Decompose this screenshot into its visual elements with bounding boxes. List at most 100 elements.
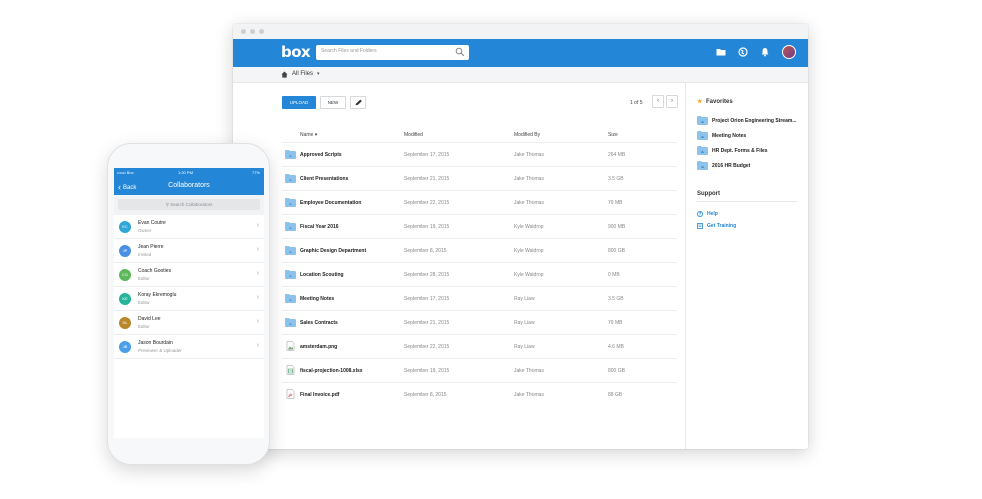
collaborator-row[interactable]: EC Evan Coutre Owner › — [114, 215, 264, 239]
file-name[interactable]: Fiscal Year 2016 — [300, 224, 339, 230]
svg-text:⁂: ⁂ — [289, 202, 292, 206]
file-modified: September 21, 2015 — [404, 320, 450, 326]
favorite-label: Project Orion Engineering Stream... — [712, 118, 797, 124]
avatar: JB — [119, 341, 131, 353]
file-modified-by: Jake Thomas — [514, 392, 544, 398]
box-notes-button[interactable] — [350, 96, 366, 109]
file-name[interactable]: Location Scouting — [300, 272, 344, 278]
next-page-button[interactable]: › — [666, 95, 678, 108]
collaborator-name: Coach Gooties — [138, 268, 172, 274]
file-modified-by: Kyle Waldrop — [514, 224, 544, 230]
globe-icon[interactable] — [738, 47, 748, 57]
breadcrumb-all-files[interactable]: All Files — [292, 71, 313, 77]
box-logo[interactable]: box — [281, 43, 311, 61]
file-size: 800 GB — [608, 368, 625, 374]
column-size[interactable]: Size — [608, 132, 618, 138]
file-modified-by: Kyle Waldrop — [514, 272, 544, 278]
file-name[interactable]: amsterdam.png — [300, 344, 337, 350]
folder-icon: ⁂ — [285, 198, 296, 207]
table-header: Name ▾ Modified Modified By Size — [282, 130, 677, 142]
carrier-text: •••oo Box — [117, 170, 134, 175]
favorite-label: HR Dept. Forms & Files — [712, 148, 768, 154]
collaborator-role: Previewer & Uploader — [138, 348, 182, 353]
battery-text: 77% — [251, 170, 260, 175]
search-input[interactable]: Search Files and Folders — [316, 45, 469, 60]
collaborator-row[interactable]: JP Jean Pierre Invited › — [114, 239, 264, 263]
desktop-window: box Search Files and Folders All Files ▾… — [233, 24, 808, 449]
avatar: JP — [119, 245, 131, 257]
column-modified[interactable]: Modified — [404, 132, 423, 138]
file-name[interactable]: fiscal-projection-1008.xlsx — [300, 368, 363, 374]
file-name[interactable]: Meeting Notes — [300, 296, 334, 302]
collaborator-role: Invited — [138, 252, 152, 257]
mobile-search-bar: ⚲ Search Collaborators — [114, 195, 264, 215]
file-size: 264 MB — [608, 152, 626, 158]
file-name[interactable]: Client Presentations — [300, 176, 348, 182]
collaborator-search-input[interactable]: ⚲ Search Collaborators — [118, 199, 260, 210]
column-modified-by[interactable]: Modified By — [514, 132, 540, 138]
collaborator-role: Editor — [138, 276, 150, 281]
side-panel: ★ Favorites ⁂ Project Orion Engineering S… — [685, 83, 808, 449]
status-bar: •••oo Box 1:20 PM 77% — [114, 168, 264, 177]
window-minimize-dot[interactable] — [250, 29, 255, 34]
file-list-area: UPLOAD NEW 1 of 5 ‹ › Name ▾ Modified Mo… — [233, 83, 685, 449]
home-icon[interactable] — [281, 71, 288, 78]
file-table: ⁂ Approved Scripts September 17, 2015 Jake … — [282, 142, 677, 406]
table-row[interactable]: Final Invoice.pdf September 8, 2015 Jake T… — [282, 382, 677, 406]
chevron-right-icon: › — [256, 342, 259, 349]
file-modified-by: Kyle Waldrop — [514, 248, 544, 254]
collaborator-row[interactable]: KE Koray Ekremoglu Editor › — [114, 287, 264, 311]
folder-nav-icon[interactable] — [716, 47, 726, 57]
file-name[interactable]: Employee Documentation — [300, 200, 361, 206]
chevron-down-icon[interactable]: ▾ — [317, 71, 320, 77]
upload-button[interactable]: UPLOAD — [282, 96, 316, 109]
file-name[interactable]: Sales Contracts — [300, 320, 338, 326]
table-row[interactable]: ⁂ Location Scouting September 28, 2015 Kyle… — [282, 262, 677, 286]
new-button[interactable]: NEW — [320, 96, 346, 109]
window-maximize-dot[interactable] — [259, 29, 264, 34]
avatar: KE — [119, 293, 131, 305]
folder-icon: ⁂ — [285, 150, 296, 159]
table-row[interactable]: ⁂ Client Presentations September 21, 2015 J… — [282, 166, 677, 190]
table-row[interactable]: ⁂ Meeting Notes September 17, 2015 Ray Liaw… — [282, 286, 677, 310]
file-size: 79 MB — [608, 200, 623, 206]
file-modified-by: Ray Liaw — [514, 296, 535, 302]
file-size: 3.5 GB — [608, 176, 624, 182]
collaborator-role: Editor — [138, 300, 150, 305]
svg-text:⁂: ⁂ — [289, 322, 292, 326]
table-row[interactable]: ⁂ Fiscal Year 2016 September 19, 2015 Kyle … — [282, 214, 677, 238]
collaborator-name: Koray Ekremoglu — [138, 292, 177, 298]
collaborator-row[interactable]: CG Coach Gooties Editor › — [114, 263, 264, 287]
column-name[interactable]: Name ▾ — [300, 132, 317, 138]
file-size: 3.5 GB — [608, 296, 624, 302]
table-row[interactable]: fiscal-projection-1008.xlsx September 19,… — [282, 358, 677, 382]
mobile-screen: •••oo Box 1:20 PM 77% ‹ Back Collaborator… — [114, 168, 264, 438]
chevron-right-icon: › — [256, 270, 259, 277]
user-avatar[interactable] — [782, 45, 796, 59]
file-size: 800 GB — [608, 248, 625, 254]
chevron-right-icon: › — [256, 222, 259, 229]
window-close-dot[interactable] — [241, 29, 246, 34]
table-row[interactable]: ⁂ Sales Contracts September 21, 2015 Ray Li… — [282, 310, 677, 334]
file-name[interactable]: Final Invoice.pdf — [300, 392, 339, 398]
folder-icon: ⁂ — [697, 161, 708, 170]
table-row[interactable]: ⁂ Approved Scripts September 17, 2015 Jake … — [282, 142, 677, 166]
file-name[interactable]: Approved Scripts — [300, 152, 342, 158]
file-modified: September 19, 2015 — [404, 368, 450, 374]
file-modified: September 22, 2015 — [404, 344, 450, 350]
time-text: 1:20 PM — [178, 170, 193, 175]
table-row[interactable]: ⁂ Graphic Design Department September 8, 2… — [282, 238, 677, 262]
table-row[interactable]: ⁂ Employee Documentation September 22, 201… — [282, 190, 677, 214]
search-icon[interactable] — [455, 47, 465, 57]
prev-page-button[interactable]: ‹ — [652, 95, 664, 108]
file-name[interactable]: Graphic Design Department — [300, 248, 366, 254]
bell-icon[interactable] — [760, 47, 770, 57]
table-row[interactable]: amsterdam.png September 22, 2015 Ray Liaw 4… — [282, 334, 677, 358]
svg-text:⁂: ⁂ — [289, 178, 292, 182]
folder-icon: ⁂ — [697, 146, 708, 155]
mobile-nav-bar: ‹ Back Collaborators — [114, 177, 264, 195]
collaborator-row[interactable]: DL David Lee Editor › — [114, 311, 264, 335]
collaborator-row[interactable]: JB Jason Bourdain Previewer & Uploader › — [114, 335, 264, 359]
file-size: 88 GB — [608, 392, 623, 398]
avatar: DL — [119, 317, 131, 329]
